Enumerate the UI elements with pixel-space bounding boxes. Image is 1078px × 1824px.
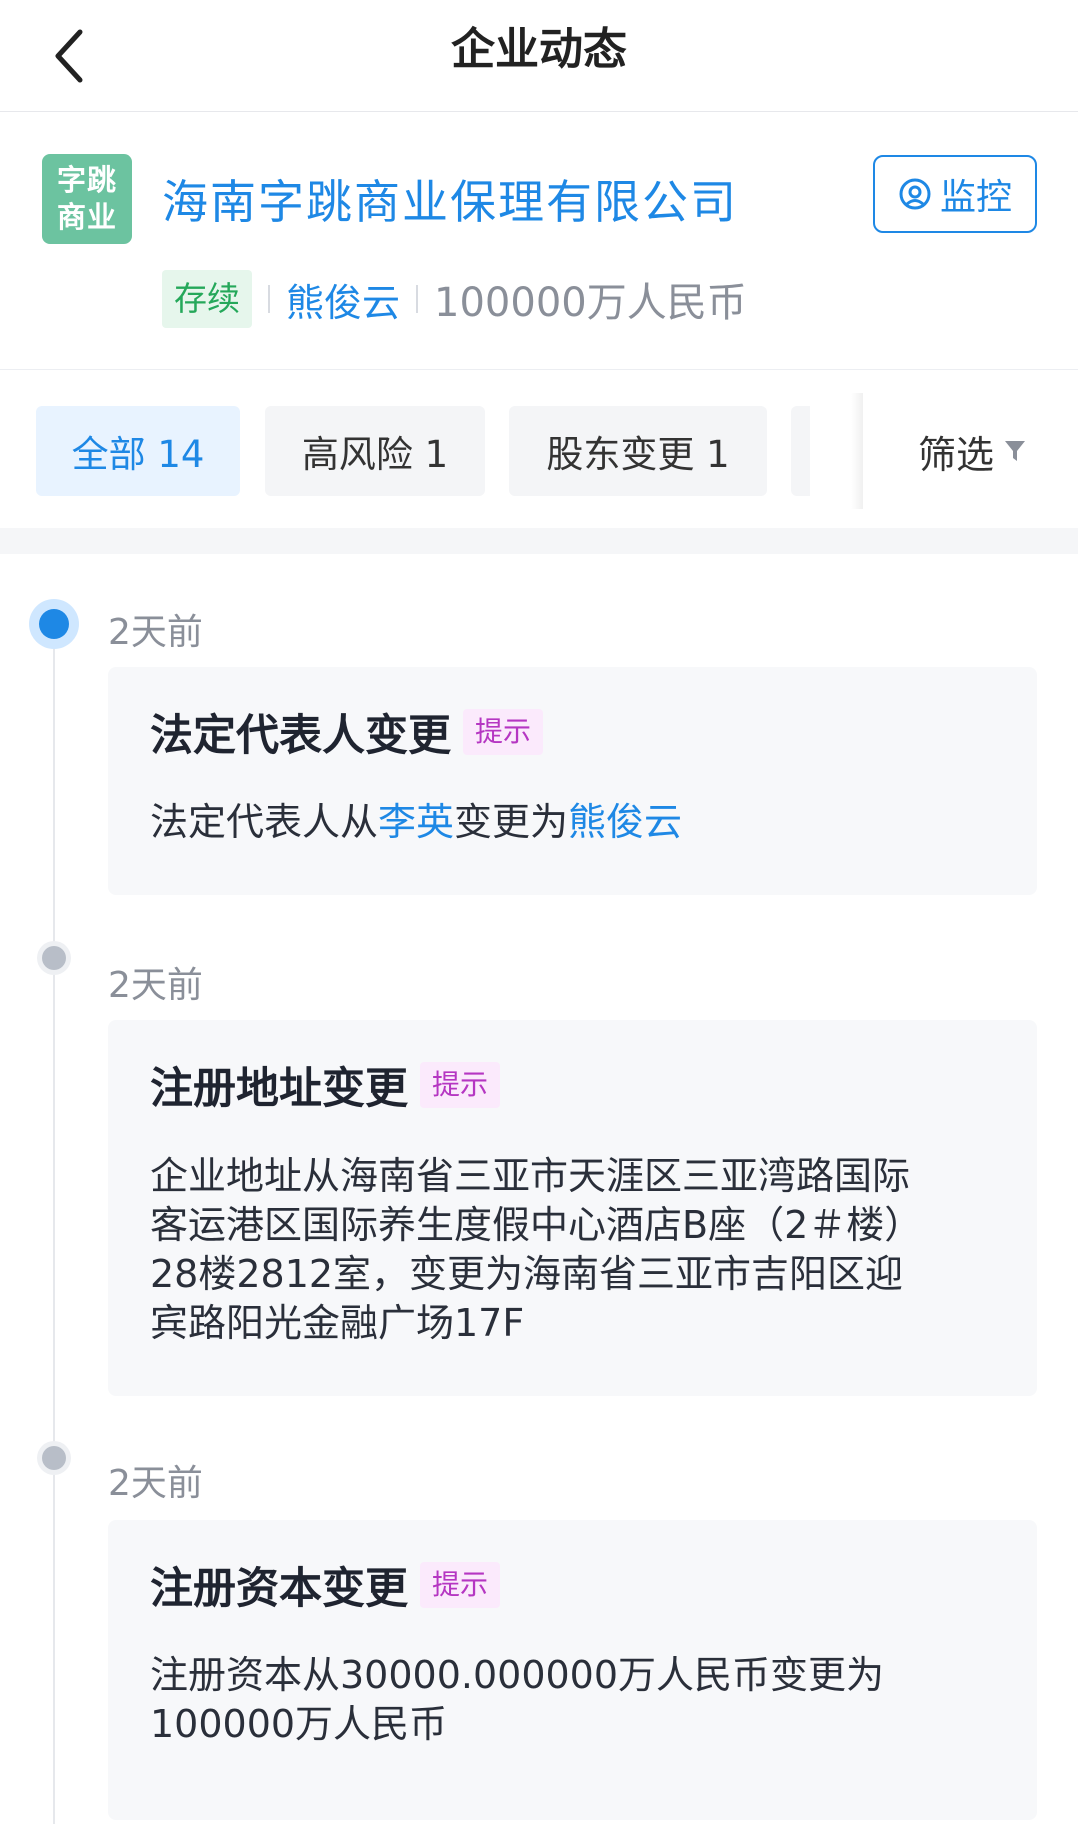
logo-text-line1: 字跳 [56, 163, 117, 197]
monitor-label: 监控 [939, 177, 1012, 218]
card-title-row: 注册资本变更 提示 [150, 1554, 501, 1616]
section-gap [0, 528, 1078, 554]
event-title: 注册地址变更 [150, 1064, 408, 1114]
card-title-row: 法定代表人变更 提示 [150, 701, 544, 763]
meta-divider [416, 285, 419, 313]
funnel-icon [1005, 441, 1025, 461]
timeline-feed: 2天前 法定代表人变更 提示 法定代表人从李英变更为熊俊云 2天前 注册地址变更… [0, 554, 1078, 1824]
page-title: 企业动态 [451, 24, 627, 75]
event-card[interactable]: 注册资本变更 提示 注册资本从30000.000000万人民币变更为 10000… [108, 1520, 1037, 1820]
event-title: 法定代表人变更 [150, 711, 451, 761]
filter-shadow [851, 393, 863, 509]
entry-time: 2天前 [108, 965, 203, 1006]
timeline-dot [29, 1433, 79, 1483]
event-title: 注册资本变更 [150, 1564, 408, 1614]
monitor-button[interactable]: 监控 [873, 155, 1037, 233]
body-line: 28楼2812室，变更为海南省三亚市吉阳区迎 [150, 1252, 904, 1296]
company-logo: 字跳 商业 [42, 154, 132, 244]
tab-partial-hidden[interactable] [791, 406, 810, 496]
filter-label: 筛选 [917, 432, 994, 477]
event-tag: 提示 [463, 709, 544, 755]
body-text: 法定代表人从 [150, 800, 379, 844]
body-line: 100000万人民币 [150, 1702, 448, 1746]
tab-shareholder-change[interactable]: 股东变更 1 [509, 406, 767, 496]
body-text: 变更为 [454, 800, 569, 844]
old-rep-link[interactable]: 李英 [378, 800, 454, 844]
filter-button[interactable]: 筛选 [866, 406, 1078, 496]
event-body: 企业地址从海南省三亚市天涯区三亚湾路国际 客运港区国际养生度假中心酒店B座（2＃… [150, 1152, 1000, 1348]
tab-high-risk[interactable]: 高风险 1 [265, 406, 485, 496]
chevron-left-icon [55, 29, 83, 83]
card-title-row: 注册地址变更 提示 [150, 1054, 501, 1116]
event-body: 注册资本从30000.000000万人民币变更为 100000万人民币 [150, 1651, 1000, 1749]
category-tabs: 全部 14 高风险 1 股东变更 1 筛选 [0, 371, 1078, 528]
tab-all[interactable]: 全部 14 [36, 406, 240, 496]
status-badge: 存续 [162, 270, 252, 328]
registered-capital: 100000万人民币 [434, 280, 747, 326]
new-rep-link[interactable]: 熊俊云 [568, 800, 682, 844]
body-line: 宾路阳光金融广场17F [150, 1301, 525, 1345]
body-line: 注册资本从30000.000000万人民币变更为 [150, 1653, 885, 1697]
company-header: 字跳 商业 海南字跳商业保理有限公司 监控 存续 熊俊云 100000万人民币 [0, 112, 1078, 370]
monitor-eye-icon [899, 178, 931, 210]
legal-representative-link[interactable]: 熊俊云 [286, 272, 400, 327]
logo-text-line2: 商业 [56, 200, 117, 234]
company-name[interactable]: 海南字跳商业保理有限公司 [162, 166, 738, 232]
body-line: 客运港区国际养生度假中心酒店B座（2＃楼） [150, 1203, 923, 1247]
timeline-dot [29, 933, 79, 983]
timeline-line [53, 624, 55, 1824]
event-card[interactable]: 法定代表人变更 提示 法定代表人从李英变更为熊俊云 [108, 667, 1037, 895]
event-card[interactable]: 注册地址变更 提示 企业地址从海南省三亚市天涯区三亚湾路国际 客运港区国际养生度… [108, 1020, 1037, 1396]
company-meta: 存续 熊俊云 100000万人民币 [162, 270, 747, 328]
entry-time: 2天前 [108, 1463, 203, 1504]
entry-time: 2天前 [108, 612, 203, 653]
meta-divider [268, 285, 270, 313]
back-button[interactable] [30, 16, 110, 96]
timeline-dot [29, 599, 79, 649]
body-line: 企业地址从海南省三亚市天涯区三亚湾路国际 [150, 1154, 911, 1198]
event-tag: 提示 [420, 1562, 501, 1608]
event-body: 法定代表人从李英变更为熊俊云 [150, 798, 1000, 847]
top-bar: 企业动态 [0, 0, 1078, 112]
event-tag: 提示 [420, 1062, 501, 1108]
